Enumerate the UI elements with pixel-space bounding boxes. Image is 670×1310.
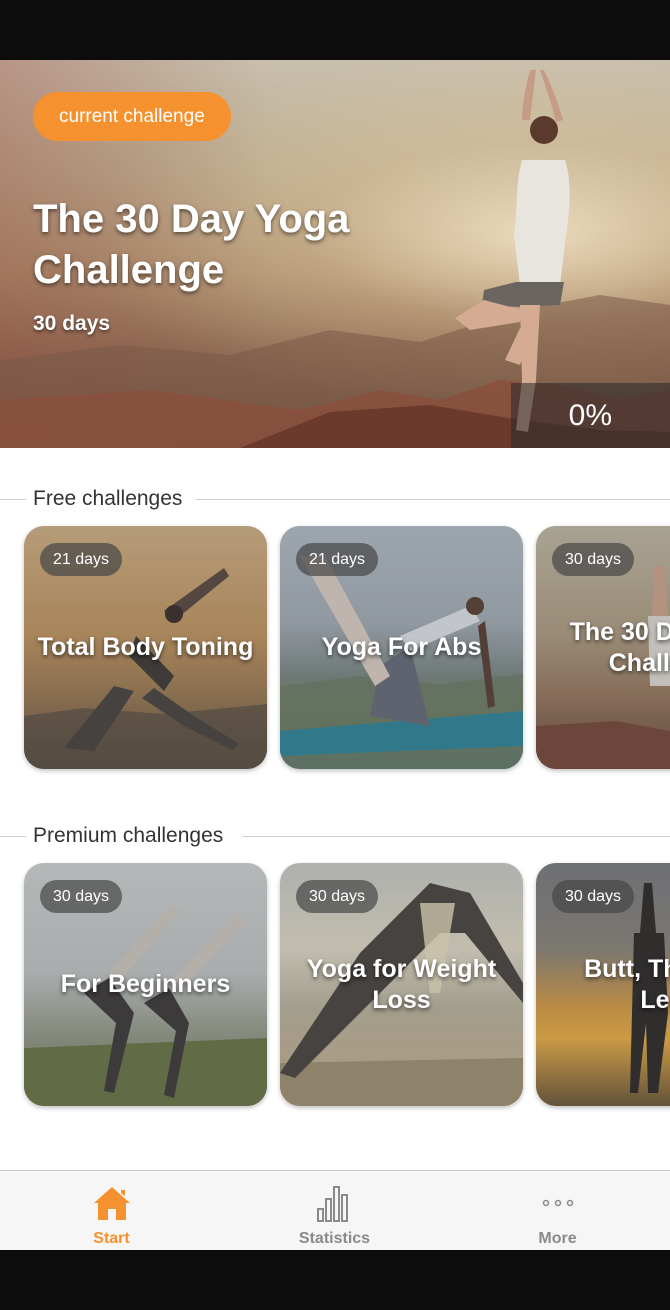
- divider: [0, 499, 26, 500]
- challenge-title: Yoga for Weight Loss: [306, 954, 497, 1014]
- hero-progress: 0%: [511, 383, 670, 448]
- challenge-card[interactable]: 21 days Yoga For Abs: [280, 526, 523, 769]
- tab-icon-wrap: [446, 1183, 669, 1223]
- free-challenges-carousel[interactable]: 21 days Total Body Toning 21 days Yoga F…: [24, 526, 670, 772]
- tab-statistics[interactable]: Statistics: [223, 1171, 446, 1250]
- hero-duration: 30 days: [33, 312, 111, 335]
- challenge-title: Butt, Thighs & Legs: [584, 954, 670, 1014]
- section-title: Premium challenges: [33, 824, 224, 847]
- divider: [196, 499, 670, 500]
- bar-chart-icon: [316, 1186, 348, 1222]
- app-screen: current challenge The 30 Day Yoga Challe…: [0, 60, 670, 1250]
- challenge-card[interactable]: 30 days Butt, Thighs & Legs: [536, 863, 670, 1106]
- current-challenge-chip: current challenge: [33, 92, 231, 141]
- premium-challenges-header: Premium challenges: [0, 822, 670, 852]
- tab-label: Start: [93, 1230, 130, 1247]
- challenge-card[interactable]: 30 days The 30 Day Yoga Challenge: [536, 526, 670, 769]
- tab-label: More: [538, 1230, 577, 1247]
- challenge-title: Total Body Toning: [37, 633, 254, 661]
- system-navigation-bar: [0, 1250, 670, 1310]
- challenge-title: The 30 Day Yoga Challenge: [569, 617, 670, 677]
- challenge-title: Yoga For Abs: [321, 633, 482, 661]
- tab-label: Statistics: [298, 1230, 371, 1247]
- divider: [0, 836, 26, 837]
- section-title: Free challenges: [33, 487, 183, 510]
- divider: [242, 836, 670, 837]
- status-bar: [0, 0, 670, 60]
- tab-more[interactable]: More: [446, 1171, 669, 1250]
- premium-challenges-carousel[interactable]: 30 days For Beginners 30 days Yoga for W…: [24, 863, 670, 1109]
- challenge-card[interactable]: 30 days Yoga for Weight Loss: [280, 863, 523, 1106]
- bottom-tab-bar: Start Statistics More: [0, 1170, 670, 1250]
- hero-title: The 30 Day Yoga Challenge: [33, 197, 350, 292]
- free-challenges-header: Free challenges: [0, 485, 670, 515]
- tab-start[interactable]: Start: [0, 1171, 223, 1250]
- challenge-card[interactable]: 21 days Total Body Toning: [24, 526, 267, 769]
- more-dots-icon: [542, 1199, 573, 1207]
- challenge-card[interactable]: 30 days For Beginners: [24, 863, 267, 1106]
- tab-icon-wrap: [0, 1183, 223, 1223]
- tab-icon-wrap: [223, 1183, 446, 1223]
- current-challenge-hero[interactable]: current challenge The 30 Day Yoga Challe…: [0, 60, 670, 448]
- challenge-title: For Beginners: [60, 970, 231, 998]
- home-icon: [93, 1187, 130, 1220]
